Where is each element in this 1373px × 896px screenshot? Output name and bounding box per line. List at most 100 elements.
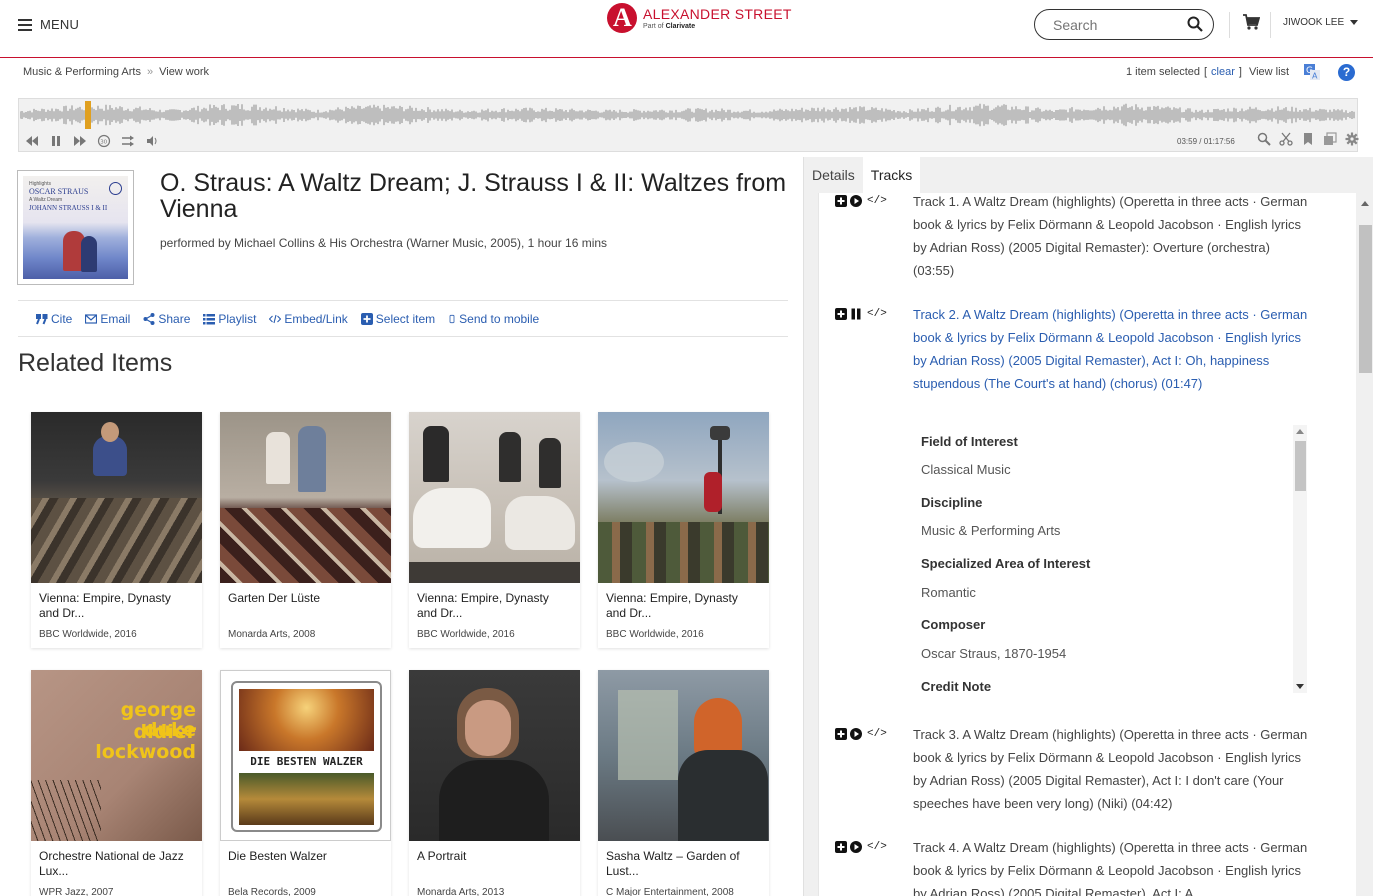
related-item-title[interactable]: Sasha Waltz – Garden of Lust... xyxy=(598,841,769,887)
add-track-icon[interactable] xyxy=(835,728,847,740)
related-item-card[interactable]: Vienna: Empire, Dynasty and Dr... BBC Wo… xyxy=(598,412,769,648)
related-item-title[interactable]: Die Besten Walzer xyxy=(220,841,391,887)
bookmark-icon[interactable] xyxy=(1301,132,1315,146)
zoom-icon[interactable] xyxy=(1257,132,1271,146)
fast-forward-icon[interactable] xyxy=(73,134,87,148)
related-item-meta: Monarda Arts, 2008 xyxy=(228,629,316,640)
tab-details[interactable]: Details xyxy=(804,157,863,193)
related-item-card[interactable]: george duke didier lockwood Orchestre Na… xyxy=(31,670,202,896)
track-title[interactable]: Track 3. A Waltz Dream (highlights) (Ope… xyxy=(913,723,1313,815)
play-circle-icon[interactable] xyxy=(850,728,862,740)
replay-30-icon[interactable]: 30 xyxy=(97,134,111,148)
related-item-card[interactable]: Sasha Waltz – Garden of Lust... C Major … xyxy=(598,670,769,896)
volume-icon[interactable] xyxy=(145,134,159,148)
scroll-down-icon[interactable] xyxy=(1296,684,1304,689)
alexander-street-logo[interactable]: A ALEXANDER STREET Part of Clarivate xyxy=(607,3,792,33)
waveform[interactable] xyxy=(20,101,1356,129)
related-item-thumbnail[interactable] xyxy=(409,412,580,583)
add-track-icon[interactable] xyxy=(835,308,847,320)
related-item-thumbnail[interactable] xyxy=(220,412,391,583)
pause-icon[interactable] xyxy=(49,134,63,148)
detail-label: Discipline xyxy=(921,495,983,510)
clips-icon[interactable] xyxy=(1323,132,1337,146)
play-circle-icon[interactable] xyxy=(850,841,862,853)
embed-code-icon[interactable]: </> xyxy=(867,308,887,320)
add-track-icon[interactable] xyxy=(835,195,847,207)
breadcrumb-item[interactable]: Music & Performing Arts xyxy=(23,66,141,78)
action-label: Embed/Link xyxy=(284,311,348,326)
waveform-path xyxy=(20,103,1355,127)
embed-code-icon[interactable]: </> xyxy=(867,728,887,740)
detail-value[interactable]: Romantic xyxy=(921,585,976,600)
scroll-up-icon[interactable] xyxy=(1296,429,1304,434)
related-item-thumbnail[interactable] xyxy=(409,670,580,841)
share-button[interactable]: Share xyxy=(143,312,190,326)
scroll-up-icon[interactable] xyxy=(1361,201,1369,206)
user-menu[interactable]: JIWOOK LEE xyxy=(1283,17,1359,28)
email-button[interactable]: Email xyxy=(85,312,130,326)
search-input[interactable] xyxy=(1053,16,1183,33)
help-icon[interactable]: ? xyxy=(1338,64,1355,81)
related-item-title[interactable]: Vienna: Empire, Dynasty and Dr... xyxy=(409,583,580,629)
rewind-icon[interactable] xyxy=(25,134,39,148)
track-actions: </> xyxy=(835,195,887,207)
svg-text:30: 30 xyxy=(100,140,107,146)
playlist-button[interactable]: Playlist xyxy=(203,312,256,326)
search-icon[interactable] xyxy=(1187,16,1203,32)
embed-code-icon[interactable]: </> xyxy=(867,841,887,853)
related-item-title[interactable]: Vienna: Empire, Dynasty and Dr... xyxy=(598,583,769,629)
album-text: didier lockwood xyxy=(95,721,196,763)
settings-gear-icon[interactable] xyxy=(1345,132,1359,146)
track-title[interactable]: Track 1. A Waltz Dream (highlights) (Ope… xyxy=(913,193,1313,282)
related-item-thumbnail[interactable]: george duke didier lockwood xyxy=(31,670,202,841)
scrollbar-thumb[interactable] xyxy=(1359,225,1372,373)
scrollbar-thumb[interactable] xyxy=(1295,441,1306,491)
send-to-mobile-button[interactable]: Send to mobile xyxy=(448,312,539,326)
scissors-icon[interactable] xyxy=(1279,132,1293,146)
play-circle-icon[interactable] xyxy=(850,195,862,207)
cite-button[interactable]: Cite xyxy=(36,312,72,326)
playhead-marker[interactable] xyxy=(85,101,91,129)
audio-player: 30 03:59 / 01:17:56 xyxy=(18,98,1359,152)
related-item-meta: BBC Worldwide, 2016 xyxy=(606,629,704,640)
cart-icon[interactable] xyxy=(1242,13,1260,31)
track-details: Field of Interest Classical Music Discip… xyxy=(913,425,1307,693)
embed-code-icon[interactable]: </> xyxy=(867,195,887,207)
panel-scrollbar[interactable] xyxy=(1357,193,1373,896)
related-item-thumbnail[interactable] xyxy=(598,670,769,841)
related-item-title[interactable]: Orchestre National de Jazz Lux... xyxy=(31,841,202,887)
breadcrumb-separator: » xyxy=(146,66,154,78)
view-list-link[interactable]: View list xyxy=(1249,66,1289,78)
detail-value[interactable]: Music & Performing Arts xyxy=(921,523,1060,538)
related-item-title[interactable]: Garten Der Lüste xyxy=(220,583,391,629)
details-scrollbar[interactable] xyxy=(1293,425,1307,693)
related-item-card[interactable]: A Portrait Monarda Arts, 2013 xyxy=(409,670,580,896)
related-item-title[interactable]: Vienna: Empire, Dynasty and Dr... xyxy=(31,583,202,629)
detail-value[interactable]: Classical Music xyxy=(921,462,1011,477)
related-item-card[interactable]: DIE BESTEN WALZER Die Besten Walzer Bela… xyxy=(220,670,391,896)
related-item-thumbnail[interactable] xyxy=(598,412,769,583)
related-item-card[interactable]: Garten Der Lüste Monarda Arts, 2008 xyxy=(220,412,391,648)
detail-value[interactable]: Oscar Straus, 1870-1954 xyxy=(921,646,1066,661)
related-item-thumbnail[interactable]: DIE BESTEN WALZER xyxy=(220,670,391,841)
translate-icon[interactable]: G A xyxy=(1304,64,1320,80)
cover-text: A Waltz Dream xyxy=(29,197,63,203)
related-item-card[interactable]: Vienna: Empire, Dynasty and Dr... BBC Wo… xyxy=(409,412,580,648)
action-label: Send to mobile xyxy=(459,311,540,326)
select-item-button[interactable]: Select item xyxy=(360,312,435,326)
add-track-icon[interactable] xyxy=(835,841,847,853)
tab-tracks[interactable]: Tracks xyxy=(862,157,921,193)
related-item-title[interactable]: A Portrait xyxy=(409,841,580,887)
embed-link-button[interactable]: Embed/Link xyxy=(269,311,348,326)
related-item-card[interactable]: Vienna: Empire, Dynasty and Dr... BBC Wo… xyxy=(31,412,202,648)
album-cover[interactable]: Highlights OSCAR STRAUS A Waltz Dream JO… xyxy=(17,170,134,285)
related-item-thumbnail[interactable] xyxy=(31,412,202,583)
track-title[interactable]: Track 4. A Waltz Dream (highlights) (Ope… xyxy=(913,836,1313,896)
panel-tabs: Details Tracks xyxy=(804,157,921,193)
clear-selection-link[interactable]: clear xyxy=(1211,66,1235,78)
breadcrumb-item: View work xyxy=(159,66,210,78)
pause-track-icon[interactable] xyxy=(850,308,862,320)
shuffle-icon[interactable] xyxy=(121,134,135,148)
track-title[interactable]: Track 2. A Waltz Dream (highlights) (Ope… xyxy=(913,303,1313,395)
menu-button[interactable]: MENU xyxy=(18,17,79,32)
